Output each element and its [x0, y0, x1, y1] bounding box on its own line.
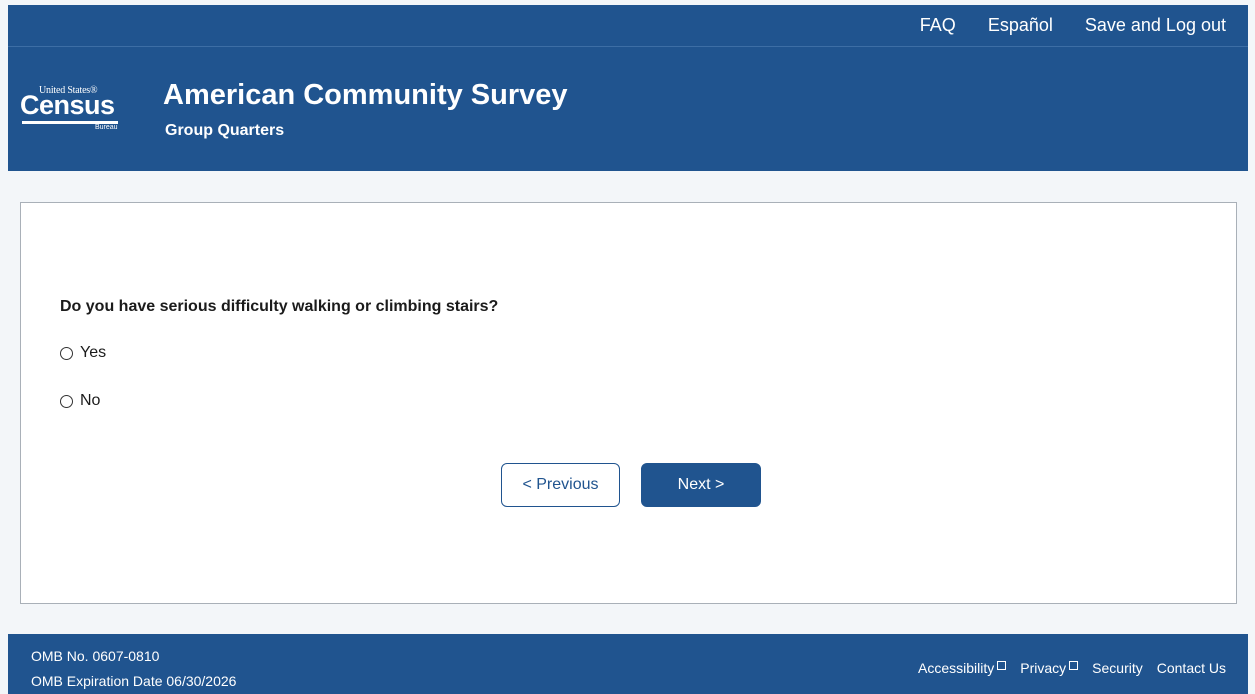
question-card: Do you have serious difficulty walking o…: [20, 202, 1237, 604]
espanol-link[interactable]: Español: [988, 15, 1053, 36]
logo-bottom-text: Bureau: [95, 124, 118, 131]
previous-button[interactable]: < Previous: [501, 463, 620, 507]
option-yes-label: Yes: [80, 344, 107, 361]
radio-unchecked-icon[interactable]: [60, 346, 73, 360]
faq-link[interactable]: FAQ: [920, 15, 956, 36]
survey-subtitle: Group Quarters: [165, 122, 285, 139]
page-frame: FAQ Español Save and Log out United Stat…: [8, 5, 1248, 694]
logo-main-text: Census: [20, 90, 115, 120]
omb-number: OMB No. 0607-0810: [31, 648, 160, 664]
omb-expiration: OMB Expiration Date 06/30/2026: [31, 673, 237, 689]
census-logo: United States® Census Bureau: [20, 85, 130, 135]
external-link-icon: [997, 660, 1007, 670]
external-link-icon: [1069, 660, 1079, 670]
survey-title: American Community Survey: [163, 79, 568, 111]
top-navigation: FAQ Español Save and Log out: [8, 5, 1248, 47]
save-logout-link[interactable]: Save and Log out: [1085, 15, 1226, 36]
contact-us-link[interactable]: Contact Us: [1157, 660, 1226, 676]
privacy-link-label: Privacy: [1020, 660, 1067, 676]
privacy-link[interactable]: Privacy: [1020, 660, 1079, 676]
accessibility-link-label: Accessibility: [918, 660, 995, 676]
site-footer: OMB No. 0607-0810 OMB Expiration Date 06…: [8, 634, 1248, 694]
option-no-label: No: [80, 392, 101, 409]
question-text: Do you have serious difficulty walking o…: [60, 298, 499, 315]
radio-unchecked-icon[interactable]: [60, 394, 73, 408]
option-yes[interactable]: Yes: [60, 344, 106, 362]
option-no[interactable]: No: [60, 392, 100, 410]
site-header: United States® Census Bureau American Co…: [8, 47, 1248, 171]
footer-links: Accessibility Privacy Security Contact U…: [904, 660, 1226, 676]
next-button[interactable]: Next >: [641, 463, 761, 507]
security-link[interactable]: Security: [1092, 660, 1143, 676]
accessibility-link[interactable]: Accessibility: [918, 660, 1007, 676]
